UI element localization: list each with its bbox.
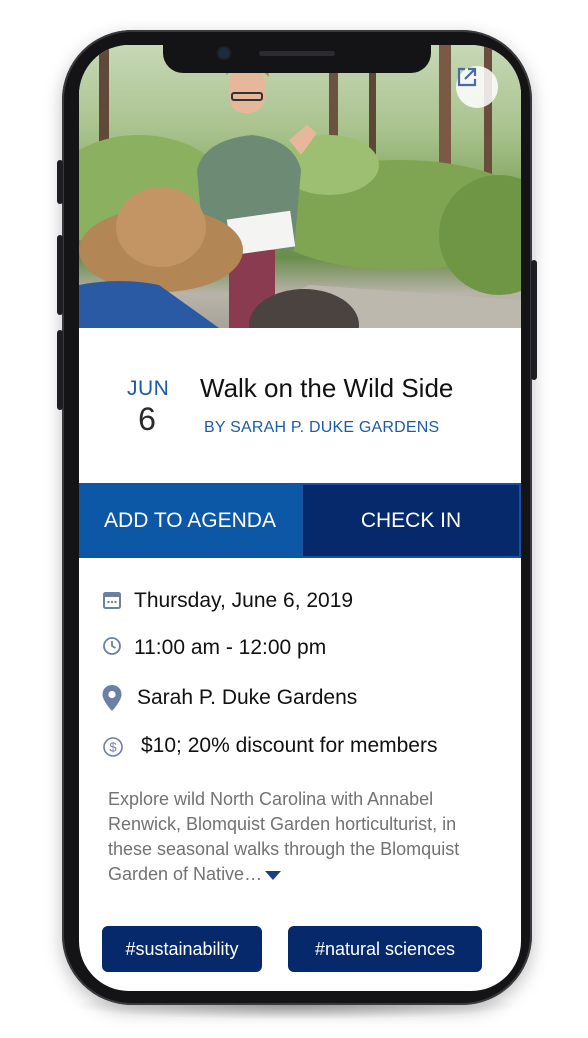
event-price: $10; 20% discount for members <box>141 734 438 757</box>
event-hero-image <box>79 45 521 328</box>
event-month: JUN <box>127 377 170 400</box>
dollar-icon: $ <box>101 735 125 759</box>
clock-icon <box>100 634 124 658</box>
calendar-icon <box>100 588 124 612</box>
caret-down-icon[interactable] <box>265 870 282 880</box>
event-time: 11:00 am - 12:00 pm <box>134 636 327 659</box>
event-date: Thursday, June 6, 2019 <box>134 589 354 612</box>
event-description-text: Explore wild North Carolina with Annabel… <box>108 789 460 884</box>
map-pin-icon <box>100 683 124 713</box>
speaker-grille <box>259 51 335 56</box>
mute-switch <box>57 160 63 204</box>
camera-icon <box>219 48 229 58</box>
phone-notch <box>163 45 431 73</box>
event-location[interactable]: Sarah P. Duke Gardens <box>137 686 357 710</box>
check-in-button[interactable]: CHECK IN <box>301 483 521 558</box>
event-organizer-link[interactable]: BY SARAH P. DUKE GARDENS <box>204 419 439 437</box>
add-to-agenda-button[interactable]: ADD TO AGENDA <box>79 483 301 558</box>
event-day: 6 <box>138 401 156 437</box>
app-screen: JUN 6 Walk on the Wild Side BY SARAH P. … <box>79 45 521 991</box>
hero-photo-illustration <box>79 45 521 328</box>
volume-up-button <box>57 235 63 315</box>
share-button[interactable] <box>456 66 498 108</box>
power-button <box>531 260 537 380</box>
event-description: Explore wild North Carolina with Annabel… <box>108 787 488 887</box>
tag-natural-sciences[interactable]: #natural sciences <box>288 926 482 972</box>
event-title: Walk on the Wild Side <box>200 373 454 403</box>
tag-sustainability[interactable]: #sustainability <box>102 926 262 972</box>
svg-text:$: $ <box>109 740 117 755</box>
volume-down-button <box>57 330 63 410</box>
